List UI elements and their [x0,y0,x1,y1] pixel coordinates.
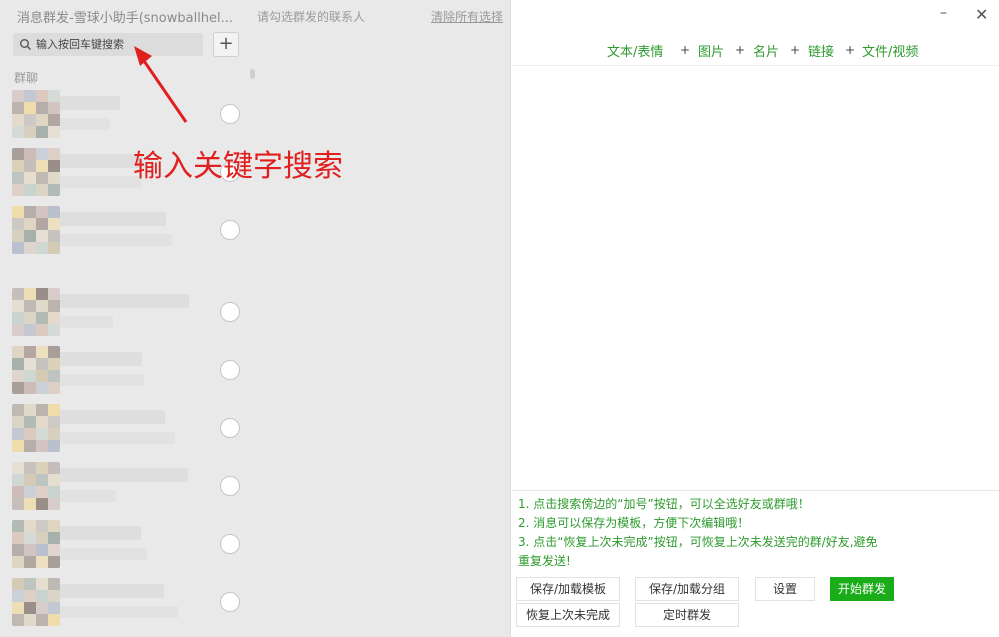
tool-image[interactable]: 图片 [698,41,724,60]
start-broadcast-button[interactable]: 开始群发 [830,577,894,601]
tool-text-emoji[interactable]: 文本/表情 [607,41,663,60]
contact-row[interactable] [12,578,252,628]
scheduled-broadcast-button[interactable]: 定时群发 [635,603,739,627]
contact-select-radio[interactable] [220,476,240,496]
contact-select-radio[interactable] [220,592,240,612]
clear-all-selection-link[interactable]: 清除所有选择 [431,8,503,25]
contact-row[interactable] [12,520,252,570]
contact-row[interactable] [12,404,252,454]
app-title: 消息群发-雪球小助手(snowballhel... [17,11,234,26]
settings-button[interactable]: 设置 [755,577,815,601]
scrollbar-thumb[interactable] [250,69,255,79]
selection-hint: 请勾选群发的联系人 [257,10,366,24]
contact-subtitle-blurred [60,316,113,328]
tool-file-video[interactable]: 文件/视频 [862,41,918,60]
contact-select-radio[interactable] [220,104,240,124]
contact-select-radio[interactable] [220,360,240,380]
contact-name-blurred [60,294,189,308]
message-type-toolbar: 文本/表情 + 图片 + 名片 + 链接 + 文件/视频 [512,32,999,66]
contact-subtitle-blurred [60,176,141,188]
contact-subtitle-blurred [60,234,172,246]
avatar [12,206,60,254]
contact-select-radio[interactable] [220,418,240,438]
close-icon[interactable]: ✕ [975,5,988,24]
avatar [12,346,60,394]
contact-pane: 消息群发-雪球小助手(snowballhel... 请勾选群发的联系人 清除所有… [0,0,511,637]
contact-select-radio[interactable] [220,220,240,240]
avatar [12,578,60,626]
divider [512,490,999,491]
contact-subtitle-blurred [60,606,178,618]
save-load-template-button[interactable]: 保存/加载模板 [516,577,620,601]
toolbar-separator: + [680,43,691,57]
usage-tips: 1. 点击搜索傍边的“加号”按钮，可以全选好友或群哦！ 2. 消息可以保存为模板… [518,495,888,571]
section-label-group-chats: 群聊 [14,71,39,85]
contact-name-blurred [60,584,164,598]
contact-row[interactable] [12,346,252,396]
contact-name-blurred [60,526,141,540]
tip-3: 3. 点击“恢复上次未完成”按钮，可恢复上次未发送完的群/好友,避免重复发送! [518,535,878,568]
tip-2: 2. 消息可以保存为模板，方便下次编辑哦！ [518,516,750,530]
contact-name-blurred [60,212,166,226]
contact-row[interactable] [12,462,252,512]
message-pane: 文本/表情 + 图片 + 名片 + 链接 + 文件/视频 1. 点击搜索傍边的“… [512,32,999,637]
contact-name-blurred [60,96,120,110]
contact-subtitle-blurred [60,118,110,130]
toolbar-separator: + [735,43,746,57]
add-all-button[interactable]: + [213,32,239,57]
contact-subtitle-blurred [60,432,175,444]
tool-card[interactable]: 名片 [753,41,779,60]
avatar [12,404,60,452]
avatar [12,520,60,568]
contact-subtitle-blurred [60,374,144,386]
message-editor[interactable] [512,67,999,490]
toolbar-separator: + [845,43,856,57]
save-load-group-button[interactable]: 保存/加载分组 [635,577,739,601]
avatar [12,90,60,138]
contact-name-blurred [60,468,188,482]
avatar [12,288,60,336]
toolbar-separator: + [790,43,801,57]
avatar [12,148,60,196]
title-bar: 消息群发-雪球小助手(snowballhel... 请勾选群发的联系人 清除所有… [0,0,511,32]
contact-name-blurred [60,154,143,168]
contact-row[interactable] [12,206,252,256]
avatar [12,462,60,510]
contact-name-blurred [60,352,142,366]
contact-row[interactable] [12,288,252,338]
contact-name-blurred [60,410,165,424]
tool-link[interactable]: 链接 [808,41,834,60]
contact-select-radio[interactable] [220,534,240,554]
tip-1: 1. 点击搜索傍边的“加号”按钮，可以全选好友或群哦！ [518,497,810,511]
annotation-arrow-icon [134,46,188,123]
search-annotation: 输入关键字搜索 [133,149,343,184]
minimize-icon[interactable]: – [940,5,947,21]
search-icon [20,39,31,50]
restore-unfinished-button[interactable]: 恢复上次未完成 [516,603,620,627]
contact-subtitle-blurred [60,548,147,560]
contact-select-radio[interactable] [220,302,240,322]
contact-subtitle-blurred [60,490,116,502]
